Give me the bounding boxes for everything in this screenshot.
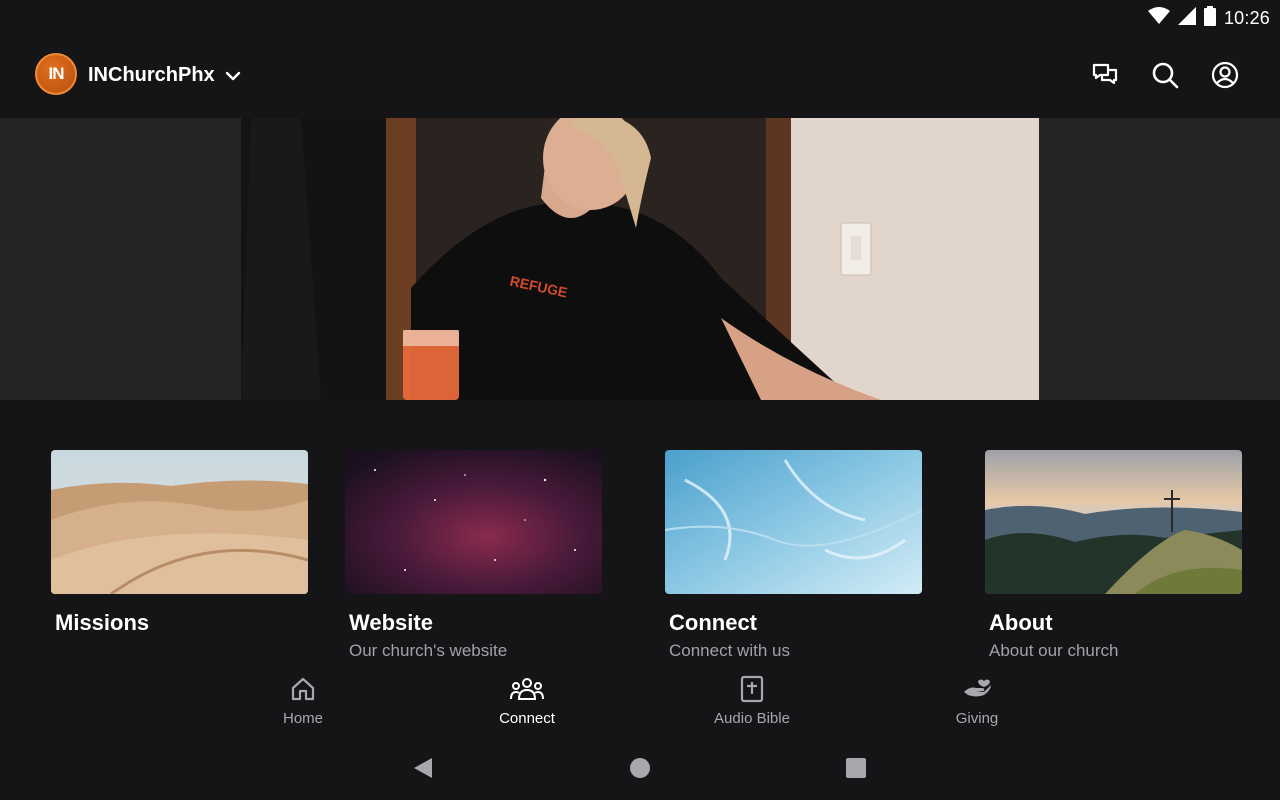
bottom-navigation: Home Connect Audio Bible Giving: [0, 668, 1280, 740]
app-bar: IN INChurchPhx: [0, 34, 1280, 118]
card-missions[interactable]: Missions: [51, 450, 308, 635]
card-about[interactable]: About About our church: [985, 450, 1242, 660]
hero-image[interactable]: REFUGE: [241, 118, 1039, 400]
card-website[interactable]: Website Our church's website: [345, 450, 602, 660]
nav-item-connect[interactable]: Connect: [447, 674, 607, 727]
nav-item-audio-bible[interactable]: Audio Bible: [672, 674, 832, 727]
galaxy-image: [345, 450, 602, 594]
back-icon[interactable]: [411, 756, 435, 780]
status-bar: 10:26: [0, 0, 1280, 34]
card-title: Connect: [669, 610, 757, 635]
nav-item-giving[interactable]: Giving: [897, 674, 1057, 727]
system-navigation: [0, 744, 1280, 800]
signal-icon: [1177, 7, 1196, 30]
desert-image: [51, 450, 308, 594]
nav-label: Connect: [499, 710, 555, 727]
nav-label: Giving: [955, 710, 999, 727]
nav-label: Home: [282, 710, 323, 727]
giving-hand-icon: [962, 674, 992, 704]
logo-text: IN: [48, 64, 65, 83]
chevron-down-icon[interactable]: [224, 67, 242, 90]
nav-item-home[interactable]: Home: [223, 674, 383, 727]
battery-icon: [1203, 6, 1216, 31]
people-icon: [510, 674, 544, 704]
search-icon[interactable]: [1150, 60, 1180, 90]
card-subtitle: Our church's website: [349, 641, 508, 660]
church-name[interactable]: INChurchPhx: [88, 64, 215, 87]
home-icon: [290, 674, 316, 704]
card-connect[interactable]: Connect Connect with us: [665, 450, 922, 660]
mountain-cross-image: [985, 450, 1242, 594]
account-icon[interactable]: [1210, 60, 1240, 90]
recents-icon[interactable]: [844, 756, 868, 780]
chat-icon[interactable]: [1090, 60, 1120, 90]
nav-label: Audio Bible: [714, 710, 790, 727]
ice-image: [665, 450, 922, 594]
bible-icon: [739, 674, 765, 704]
card-title: About: [989, 610, 1053, 635]
church-logo[interactable]: IN: [35, 53, 77, 95]
wifi-icon: [1147, 7, 1170, 30]
card-subtitle: Connect with us: [669, 641, 790, 660]
card-subtitle: About our church: [989, 641, 1119, 660]
card-title: Missions: [55, 610, 150, 635]
home-circle-icon[interactable]: [628, 756, 652, 780]
status-time: 10:26: [1223, 8, 1270, 28]
card-title: Website: [349, 610, 433, 635]
